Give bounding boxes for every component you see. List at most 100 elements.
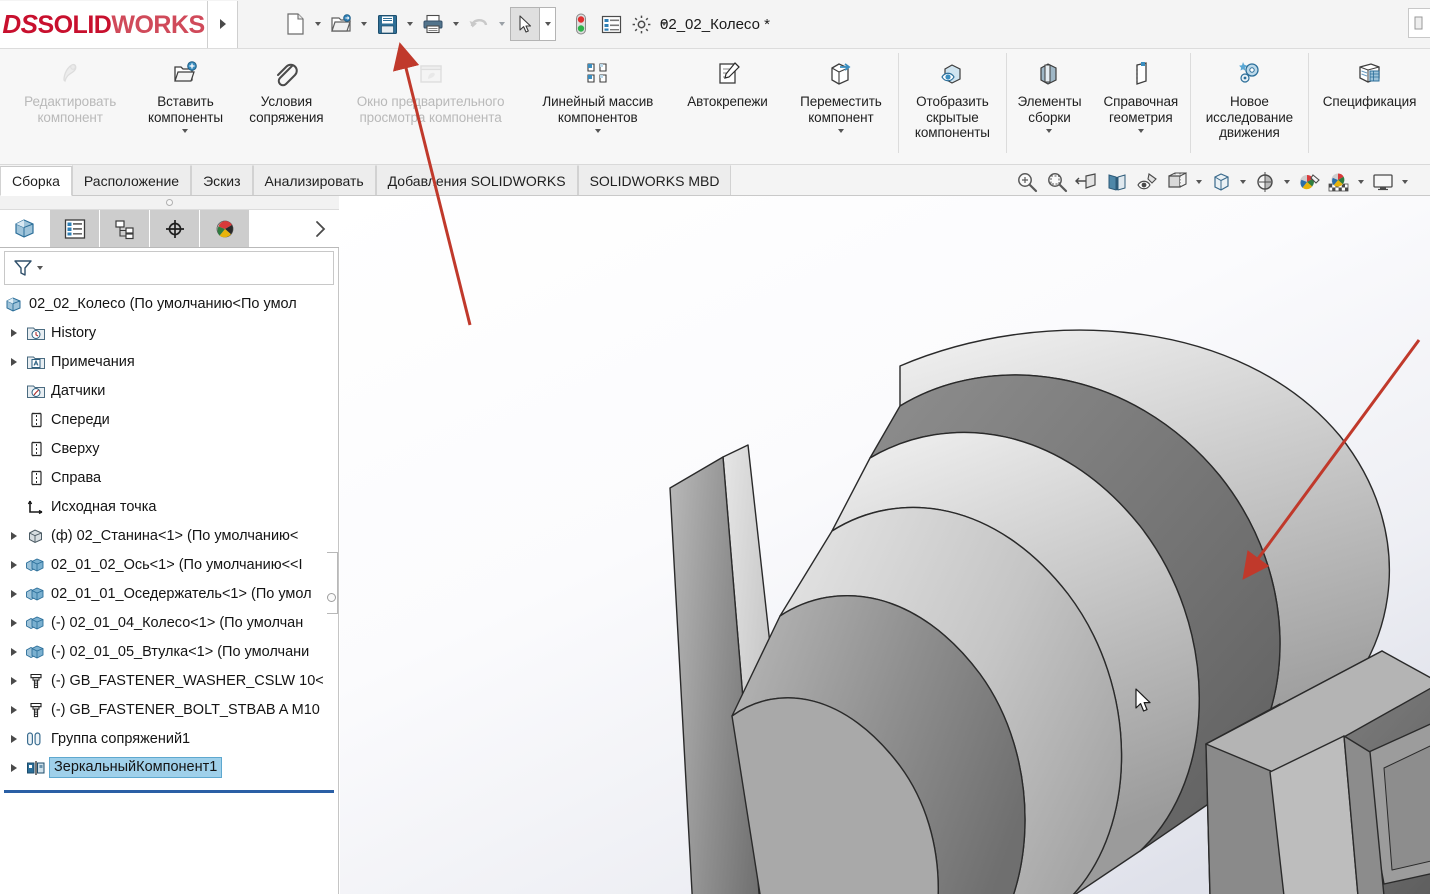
tree-expand-arrow-icon[interactable]: [4, 763, 24, 772]
rebuild-status-button[interactable]: [566, 7, 596, 41]
more-tabs-chevron-icon[interactable]: [250, 210, 339, 247]
tree-expand-arrow-icon[interactable]: [4, 531, 24, 540]
panel-resize-grip[interactable]: [0, 196, 339, 210]
tree-node-selected[interactable]: ЗеркальныйКомпонент1: [0, 753, 338, 782]
options-caret[interactable]: [656, 7, 672, 41]
scene-background-caret[interactable]: [1354, 168, 1368, 196]
zoom-to-area-icon[interactable]: [1012, 168, 1042, 196]
tree-node[interactable]: Датчики: [0, 376, 338, 405]
print-document-button[interactable]: [418, 7, 448, 41]
menu-expand-button[interactable]: [208, 0, 238, 48]
tab-evaluate[interactable]: Анализировать: [252, 165, 376, 195]
tab-sketch[interactable]: Эскиз: [191, 165, 253, 195]
bill-of-materials-button[interactable]: Спецификация: [1309, 49, 1430, 161]
undo-button[interactable]: [464, 7, 494, 41]
tab-solidworks-addins[interactable]: Добавления SOLIDWORKS: [375, 165, 578, 195]
hide-show-items-icon[interactable]: [1132, 168, 1162, 196]
apply-scene-caret[interactable]: [1280, 168, 1294, 196]
dimxpert-manager-tab[interactable]: [150, 210, 200, 247]
tree-node[interactable]: Группа сопряжений1: [0, 724, 338, 753]
tree-node[interactable]: 02_01_01_Оседержатель<1> (По умол: [0, 579, 338, 608]
tab-layout[interactable]: Расположение: [71, 165, 192, 195]
insert-components-button[interactable]: Вставить компоненты: [135, 49, 237, 161]
tree-expand-arrow-icon[interactable]: [4, 357, 24, 366]
apply-scene-icon[interactable]: [1250, 168, 1280, 196]
tree-bracket: [327, 552, 338, 614]
solidworks-logo[interactable]: DSSOLIDWORKS: [0, 0, 208, 48]
print-document-caret[interactable]: [448, 7, 464, 41]
tree-node[interactable]: (-) GB_FASTENER_BOLT_STBAB A M10: [0, 695, 338, 724]
tree-expand-arrow-icon[interactable]: [4, 589, 24, 598]
select-tool-caret[interactable]: [540, 7, 556, 41]
window-controls-stub[interactable]: [1408, 8, 1430, 38]
save-document-caret[interactable]: [402, 7, 418, 41]
viewport-layout-icon[interactable]: [1368, 168, 1398, 196]
gear-icon[interactable]: [626, 7, 656, 41]
tree-node[interactable]: (-) 02_01_04_Колесо<1> (По умолчан: [0, 608, 338, 637]
configuration-manager-tab[interactable]: [100, 210, 150, 247]
tree-expand-arrow-icon[interactable]: [4, 647, 24, 656]
mate-button[interactable]: Условия сопряжения: [236, 49, 336, 161]
edit-component-button[interactable]: Редактировать компонент: [6, 49, 135, 161]
view-cube-caret[interactable]: [1236, 168, 1250, 196]
viewport-layout-caret[interactable]: [1398, 168, 1412, 196]
tree-expand-arrow-icon[interactable]: [4, 618, 24, 627]
open-document-button[interactable]: [326, 7, 356, 41]
feature-tree-tab[interactable]: [0, 210, 50, 247]
tree-node[interactable]: Спереди: [0, 405, 338, 434]
insert-components-caret[interactable]: [182, 129, 189, 133]
select-tool-button[interactable]: [510, 7, 540, 41]
rollback-bar[interactable]: [4, 790, 334, 793]
move-component-caret[interactable]: [837, 129, 844, 133]
tree-expand-arrow-icon[interactable]: [4, 328, 24, 337]
new-document-button[interactable]: [280, 7, 310, 41]
configurations-icon: [114, 219, 134, 239]
section-view-icon[interactable]: [1072, 168, 1102, 196]
view-cube-icon[interactable]: [1206, 168, 1236, 196]
tree-expand-arrow-icon[interactable]: [4, 676, 24, 685]
tree-expand-arrow-icon[interactable]: [4, 560, 24, 569]
scene-background-icon[interactable]: [1324, 168, 1354, 196]
display-style-icon[interactable]: [1162, 168, 1192, 196]
filter-caret-icon[interactable]: [37, 266, 43, 270]
tree-node[interactable]: (-) GB_FASTENER_WASHER_CSLW 10<: [0, 666, 338, 695]
linear-pattern-caret[interactable]: [594, 129, 601, 133]
display-pane-button[interactable]: [596, 7, 626, 41]
show-hidden-components-button[interactable]: Отобразить скрытые компоненты: [899, 49, 1007, 161]
tree-node[interactable]: 02_02_Колесо (По умолчанию<По умол: [0, 289, 338, 318]
tab-solidworks-mbd[interactable]: SOLIDWORKS MBD: [577, 165, 732, 195]
reference-geometry-button[interactable]: Справочная геометрия: [1092, 49, 1190, 161]
tree-scroll-handle[interactable]: [327, 593, 336, 602]
open-document-caret[interactable]: [356, 7, 372, 41]
assembly-features-button[interactable]: Элементы сборки: [1007, 49, 1092, 161]
tab-assembly[interactable]: Сборка: [0, 166, 72, 196]
reference-geometry-caret[interactable]: [1137, 129, 1144, 133]
zoom-to-fit-icon[interactable]: [1042, 168, 1072, 196]
display-manager-tab[interactable]: [200, 210, 250, 247]
tree-node[interactable]: Исходная точка: [0, 492, 338, 521]
save-document-button[interactable]: [372, 7, 402, 41]
tree-node[interactable]: Примечания: [0, 347, 338, 376]
tree-expand-arrow-icon[interactable]: [4, 734, 24, 743]
graphics-area[interactable]: [340, 196, 1430, 894]
new-document-caret[interactable]: [310, 7, 326, 41]
linear-component-pattern-button[interactable]: Линейный массив компонентов: [525, 49, 671, 161]
new-motion-study-button[interactable]: Новое исследование движения: [1191, 49, 1308, 161]
tree-node[interactable]: (ф) 02_Станина<1> (По умолчанию<: [0, 521, 338, 550]
view-orientation-book-icon[interactable]: [1102, 168, 1132, 196]
tree-node[interactable]: (-) 02_01_05_Втулка<1> (По умолчани: [0, 637, 338, 666]
component-preview-window-button[interactable]: Окно предварительного просмотра компонен…: [336, 49, 524, 161]
tree-node[interactable]: History: [0, 318, 338, 347]
smart-fasteners-button[interactable]: Автокрепежи: [671, 49, 784, 161]
assembly-features-caret[interactable]: [1046, 129, 1053, 133]
edit-appearance-icon[interactable]: [1294, 168, 1324, 196]
feature-tree-filter-input[interactable]: [4, 251, 334, 285]
tree-expand-arrow-icon[interactable]: [4, 705, 24, 714]
move-component-button[interactable]: Переместить компонент: [784, 49, 897, 161]
tree-node[interactable]: Сверху: [0, 434, 338, 463]
property-manager-tab[interactable]: [50, 210, 100, 247]
undo-caret[interactable]: [494, 7, 510, 41]
tree-node[interactable]: Справа: [0, 463, 338, 492]
display-style-caret[interactable]: [1192, 168, 1206, 196]
tree-node[interactable]: 02_01_02_Ось<1> (По умолчанию<<I: [0, 550, 338, 579]
